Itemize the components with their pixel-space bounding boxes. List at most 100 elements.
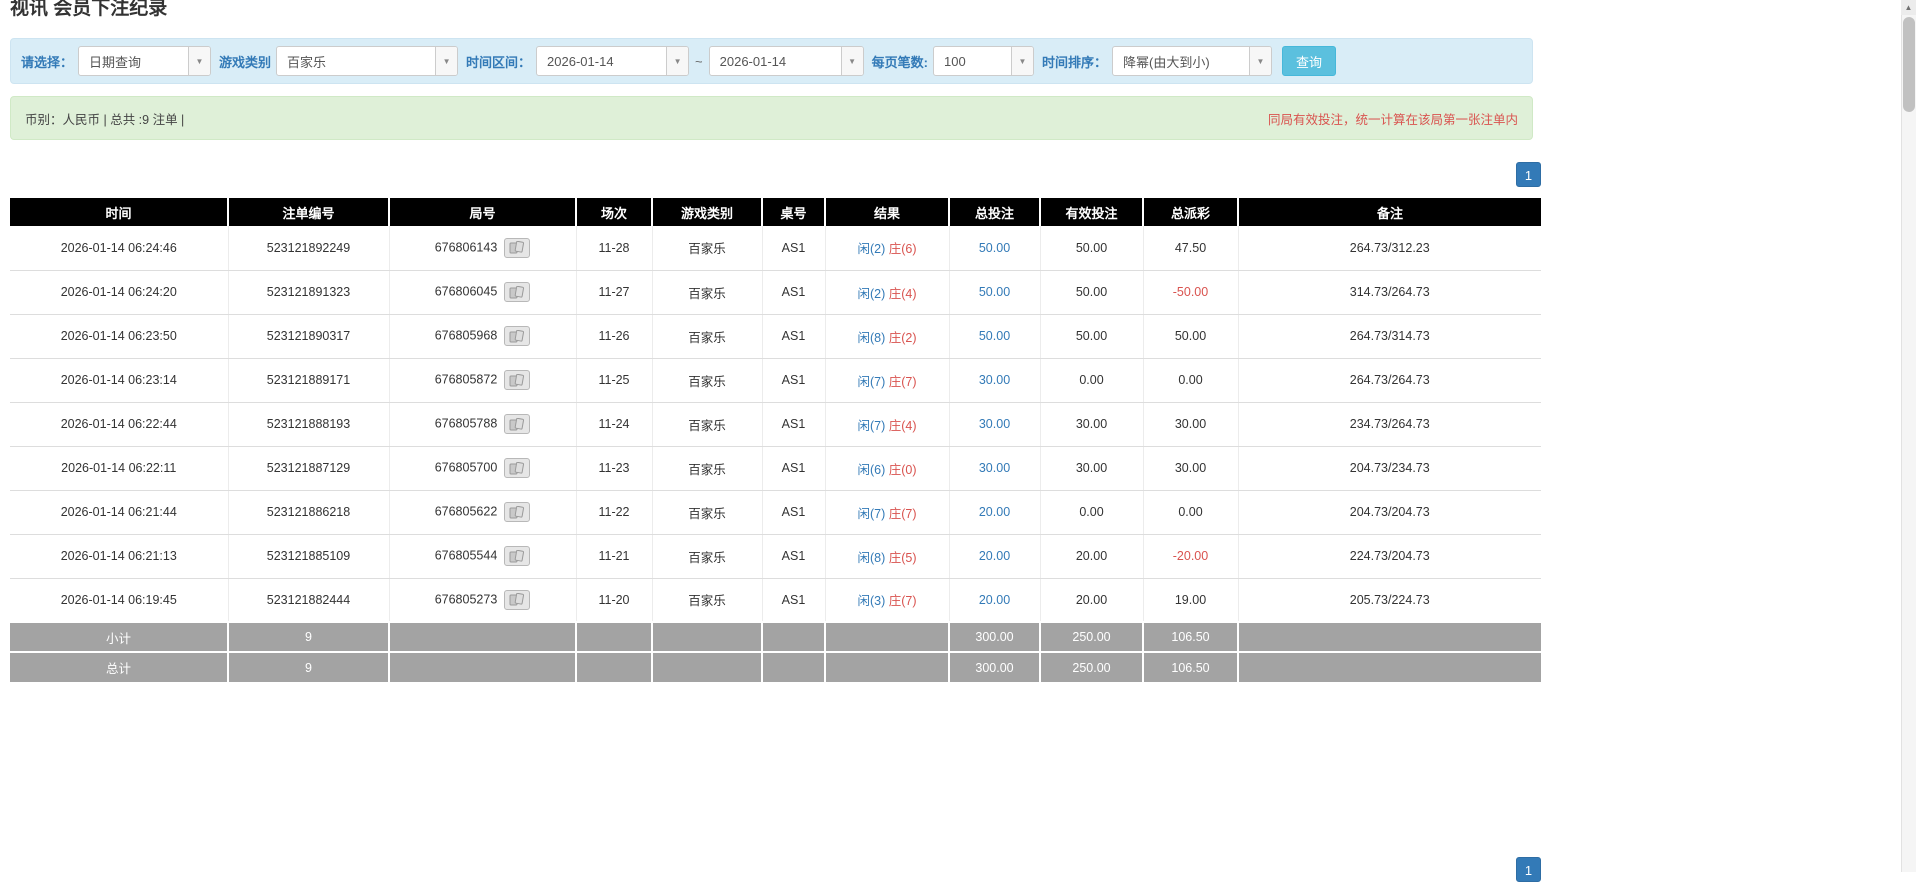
pagination-page-button[interactable]: 1 — [1516, 857, 1541, 882]
column-header: 注单编号 — [227, 198, 389, 226]
time-cell: 2026-01-14 06:19:45 — [10, 578, 228, 623]
scrollbar-track[interactable] — [1901, 0, 1916, 872]
result-cell: 闲(7) 庄(7) — [824, 358, 949, 403]
payout-cell: 0.00 — [1142, 358, 1238, 403]
total-bet-link[interactable]: 50.00 — [979, 241, 1010, 255]
game-type-cell: 百家乐 — [651, 534, 762, 579]
bet-id-cell: 523121889171 — [227, 358, 389, 403]
page-size-select[interactable]: 100 ▼ — [932, 46, 1034, 76]
total-bet-cell: 20.00 — [948, 534, 1040, 579]
summary-notice: 同局有效投注，统一计算在该局第一张注单内 — [1267, 112, 1518, 127]
chevron-down-icon: ▼ — [435, 47, 458, 75]
note-cell: 204.73/234.73 — [1237, 446, 1541, 491]
total-bet-cell: 20.00 — [948, 578, 1040, 623]
result-banker: 庄(0) — [888, 462, 917, 477]
view-cards-button[interactable] — [504, 282, 531, 302]
bet-records-table: 时间 注单编号 局号 场次 游戏类别 桌号 结果 总投注 有效投注 总派彩 备注 2026-01-1… — [10, 198, 1541, 682]
view-cards-button[interactable] — [504, 370, 531, 390]
cards-icon — [509, 461, 525, 474]
query-type-value: 日期查询 — [89, 54, 142, 70]
payout-cell: -20.00 — [1142, 534, 1238, 579]
valid-bet-cell: 20.00 — [1039, 534, 1143, 579]
scroll-up-button[interactable]: ▲ — [1901, 0, 1916, 15]
summary-valid-bet-cell: 250.00 — [1039, 621, 1143, 652]
total-bet-link[interactable]: 20.00 — [979, 505, 1010, 519]
session-cell: 11-23 — [575, 446, 652, 491]
round-cell: 676806143 — [388, 226, 576, 271]
total-bet-link[interactable]: 30.00 — [979, 461, 1010, 475]
view-cards-button[interactable] — [504, 237, 531, 258]
session-cell: 11-20 — [575, 578, 652, 623]
total-bet-link[interactable]: 50.00 — [979, 285, 1010, 299]
summary-empty-cell — [824, 621, 949, 652]
table-no-cell: AS1 — [761, 314, 825, 359]
cards-icon — [509, 505, 525, 518]
total-bet-cell: 50.00 — [948, 314, 1040, 359]
column-header: 总投注 — [948, 198, 1040, 226]
query-type-select[interactable]: 日期查询 ▼ — [78, 46, 212, 76]
range-separator: ~ — [695, 53, 703, 69]
bet-id-cell: 523121888193 — [227, 402, 389, 447]
total-bet-link[interactable]: 30.00 — [979, 417, 1010, 431]
cards-icon — [509, 329, 525, 342]
view-cards-button[interactable] — [504, 414, 531, 434]
result-player: 闲(7) — [857, 506, 886, 521]
result-cell: 闲(3) 庄(7) — [824, 578, 949, 623]
payout-cell: -50.00 — [1142, 270, 1238, 315]
view-cards-button[interactable] — [504, 546, 531, 566]
time-cell: 2026-01-14 06:22:44 — [10, 402, 228, 447]
total-bet-link[interactable]: 20.00 — [979, 549, 1010, 563]
view-cards-button[interactable] — [504, 589, 531, 610]
time-cell: 2026-01-14 06:21:13 — [10, 534, 228, 579]
note-cell: 205.73/224.73 — [1237, 578, 1541, 623]
total-bet-link[interactable]: 20.00 — [979, 593, 1010, 607]
date-from-value: 2026-01-14 — [547, 53, 614, 69]
date-to-value: 2026-01-14 — [719, 53, 787, 69]
total-bet-link[interactable]: 50.00 — [979, 329, 1010, 343]
total-bet-cell: 20.00 — [948, 490, 1040, 535]
time-cell: 2026-01-14 06:23:50 — [10, 314, 228, 359]
game-type-label: 游戏类别 — [219, 54, 272, 70]
cards-icon — [509, 241, 525, 254]
note-cell: 264.73/314.73 — [1237, 314, 1541, 359]
round-cell: 676805273 — [388, 578, 576, 623]
valid-bet-cell: 50.00 — [1039, 226, 1143, 271]
table-row: 2026-01-14 06:19:45 523121882444 676805273… — [10, 578, 1541, 623]
result-player: 闲(8) — [857, 550, 886, 565]
game-type-cell: 百家乐 — [651, 226, 762, 271]
view-cards-button[interactable] — [504, 458, 531, 478]
time-cell: 2026-01-14 06:21:44 — [10, 490, 228, 535]
table-row: 2026-01-14 06:24:46 523121892249 676806143… — [10, 226, 1541, 271]
pagination-bottom: 1 — [1516, 857, 1541, 882]
round-number: 676805872 — [434, 372, 498, 387]
sort-select[interactable]: 降幂(由大到小) ▼ — [1112, 46, 1272, 76]
scrollbar-thumb[interactable] — [1903, 17, 1915, 112]
pagination-page-button[interactable]: 1 — [1516, 162, 1541, 187]
chevron-down-icon: ▼ — [1249, 47, 1271, 75]
chevron-down-icon: ▼ — [188, 47, 211, 75]
time-cell: 2026-01-14 06:24:20 — [10, 270, 228, 315]
sort-value: 降幂(由大到小) — [1123, 54, 1210, 70]
valid-bet-cell: 0.00 — [1039, 358, 1143, 403]
date-to-select[interactable]: 2026-01-14 ▼ — [708, 46, 864, 76]
pagination-top: 1 — [1516, 162, 1541, 187]
column-header: 桌号 — [761, 198, 825, 226]
session-cell: 11-25 — [575, 358, 652, 403]
search-button[interactable]: 查询 — [1282, 46, 1337, 76]
column-header: 游戏类别 — [651, 198, 762, 226]
summary-empty-cell — [824, 651, 949, 682]
column-header: 局号 — [388, 198, 576, 226]
date-from-select[interactable]: 2026-01-14 ▼ — [536, 46, 690, 76]
valid-bet-cell: 0.00 — [1039, 490, 1143, 535]
view-cards-button[interactable] — [504, 502, 531, 522]
total-bet-link[interactable]: 30.00 — [979, 373, 1010, 387]
column-header: 备注 — [1237, 198, 1541, 226]
bet-id-cell: 523121890317 — [227, 314, 389, 359]
round-cell: 676805788 — [388, 402, 576, 447]
game-type-select[interactable]: 百家乐 ▼ — [276, 46, 459, 76]
view-cards-button[interactable] — [504, 326, 531, 346]
valid-bet-cell: 30.00 — [1039, 402, 1143, 447]
page-title: 视讯 会员下注纪录 — [10, 0, 168, 19]
summary-label-cell: 小计 — [10, 621, 228, 652]
game-type-cell: 百家乐 — [651, 446, 762, 491]
